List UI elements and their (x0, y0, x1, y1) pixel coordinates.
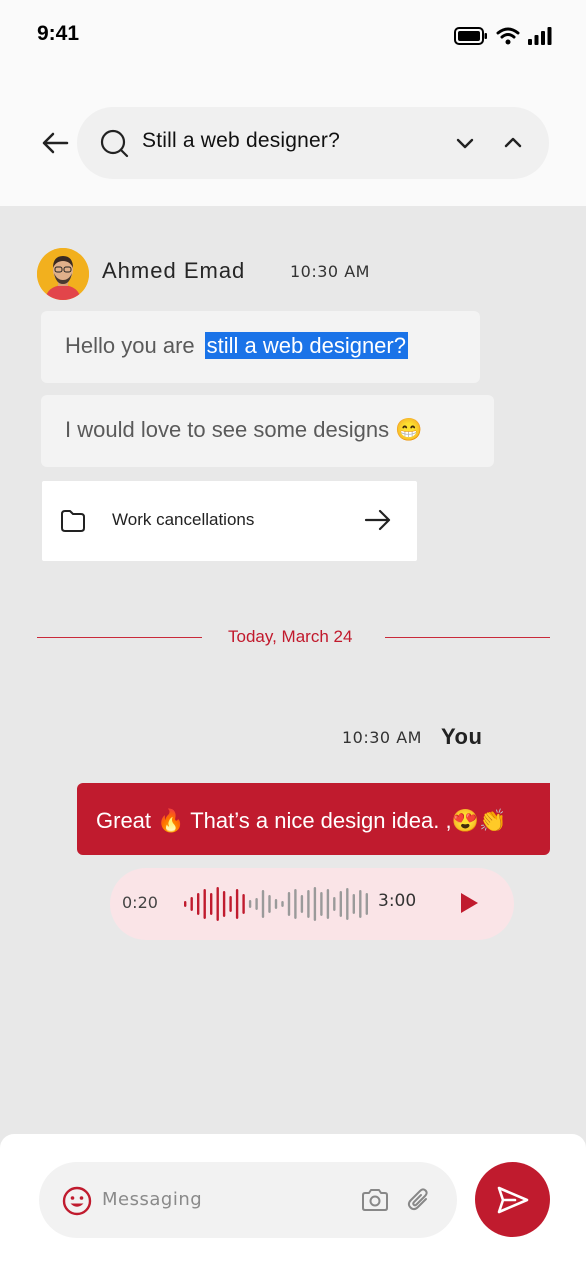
waveform[interactable] (182, 886, 370, 922)
waveform-bar (320, 892, 323, 916)
arrow-right-icon[interactable] (364, 509, 392, 535)
message-text: I would love to see some designs 😁 (65, 417, 423, 442)
waveform-bar (268, 895, 271, 913)
avatar[interactable] (37, 248, 89, 300)
waveform-bar (197, 893, 200, 915)
voice-duration: 3:00 (378, 891, 417, 911)
play-button[interactable] (458, 892, 480, 918)
message-time: 10:30 AM (290, 262, 370, 281)
waveform-bar (235, 889, 239, 919)
waveform-bar (352, 894, 355, 914)
waveform-bar (261, 890, 265, 918)
date-divider: Today, March 24 (228, 627, 353, 646)
attachment-icon[interactable] (405, 1186, 433, 1218)
waveform-bar (359, 890, 362, 918)
status-time: 9:41 (37, 22, 80, 45)
waveform-bar (326, 889, 330, 919)
waveform-bar (300, 895, 304, 913)
folder-icon (60, 509, 86, 537)
waveform-bar (294, 889, 297, 919)
sender-name: You (441, 724, 483, 749)
waveform-bar (242, 894, 245, 914)
waveform-bar (333, 897, 336, 911)
header: 9:41 Still a web designer? (0, 0, 586, 206)
file-label: Work cancellations (112, 510, 255, 529)
waveform-bar (339, 891, 342, 917)
status-icons (454, 27, 552, 49)
search-match-highlight: still a web designer? (204, 332, 408, 359)
waveform-bar (229, 896, 232, 912)
send-button[interactable] (475, 1162, 550, 1237)
waveform-bar (274, 899, 278, 909)
message-time: 10:30 AM (342, 728, 422, 747)
waveform-bar (210, 893, 213, 915)
signal-icon (528, 27, 552, 49)
play-icon (461, 893, 478, 913)
previous-result-button[interactable] (501, 133, 525, 157)
next-result-button[interactable] (453, 133, 477, 157)
back-button[interactable] (38, 127, 72, 159)
message-text: Hello you are (65, 333, 195, 358)
message-text: Great 🔥 That’s a nice design idea. ,😍👏 (96, 808, 507, 833)
message-placeholder: Messaging (102, 1189, 203, 1210)
wifi-icon (496, 27, 520, 49)
waveform-bar (216, 887, 219, 921)
waveform-bar (281, 901, 284, 907)
divider-line (385, 637, 550, 638)
search-icon (100, 129, 130, 163)
incoming-message[interactable]: I would love to see some designs 😁 (41, 395, 494, 467)
emoji-icon[interactable] (62, 1186, 92, 1220)
waveform-bar (222, 891, 226, 917)
chevron-up-icon (504, 137, 522, 148)
send-icon (497, 1186, 528, 1213)
arrow-left-icon (42, 132, 69, 154)
file-attachment-card[interactable]: Work cancellations (42, 481, 417, 561)
sender-name: Ahmed Emad (102, 258, 246, 283)
incoming-message[interactable]: Hello you are still a web designer? (41, 311, 480, 383)
voice-message[interactable]: 0:20 3:00 (110, 868, 514, 940)
waveform-bar (365, 893, 368, 915)
search-query[interactable]: Still a web designer? (142, 129, 340, 153)
waveform-bar (346, 888, 349, 920)
waveform-bar (255, 898, 258, 910)
waveform-bar (184, 901, 187, 907)
composer: Messaging (0, 1134, 586, 1266)
outgoing-message[interactable]: Great 🔥 That’s a nice design idea. ,😍👏 (77, 783, 550, 855)
waveform-bar (190, 897, 193, 911)
chat-screen: 9:41 Still a web designer? Ahmed Emad 10… (0, 0, 586, 1266)
waveform-bar (313, 887, 317, 921)
voice-elapsed: 0:20 (122, 893, 158, 912)
chevron-down-icon (456, 138, 474, 149)
battery-icon (454, 27, 488, 49)
divider-line (37, 637, 202, 638)
message-input[interactable]: Messaging (39, 1162, 457, 1238)
camera-icon[interactable] (360, 1187, 390, 1217)
search-bar[interactable]: Still a web designer? (77, 107, 549, 179)
waveform-bar (287, 892, 291, 916)
waveform-bar (248, 900, 252, 908)
waveform-bar (203, 889, 206, 919)
waveform-bar (307, 890, 310, 918)
